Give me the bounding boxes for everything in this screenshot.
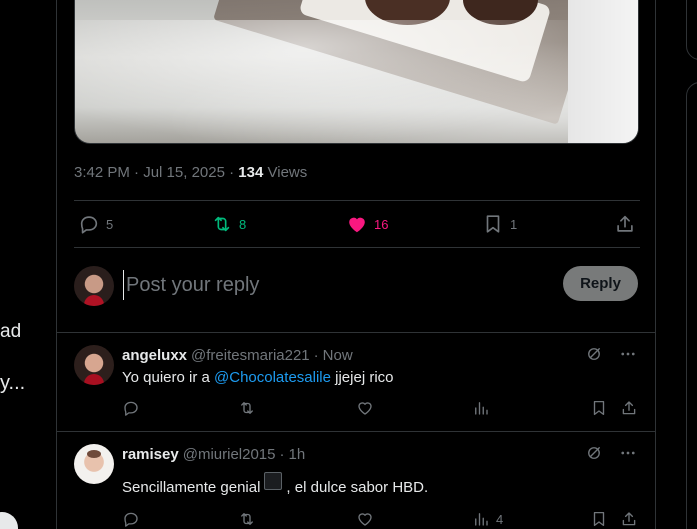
repost-icon bbox=[241, 513, 253, 525]
views-count: 4 bbox=[496, 511, 504, 527]
like-button[interactable]: 16 bbox=[346, 213, 388, 235]
share-button[interactable] bbox=[620, 399, 638, 417]
reply-icon bbox=[124, 512, 138, 527]
bookmark-count: 1 bbox=[510, 216, 518, 232]
tweet-action-bar: 5 8 16 1 bbox=[74, 200, 640, 248]
post-action-bar: 4 bbox=[122, 510, 636, 529]
post-time[interactable]: 1h bbox=[289, 446, 306, 463]
post-header-icons bbox=[585, 444, 637, 462]
repost-icon bbox=[241, 402, 253, 414]
bookmark-button[interactable] bbox=[590, 399, 608, 417]
left-nav-fragment[interactable]: y... bbox=[0, 372, 25, 395]
reply-post[interactable]: ramisey @miuriel2015 · 1h Sencillamente … bbox=[57, 432, 655, 529]
share-icon bbox=[622, 512, 636, 526]
reply-icon bbox=[124, 401, 138, 416]
post-header-icons bbox=[585, 345, 637, 363]
bookmark-icon bbox=[486, 215, 500, 233]
sidebar-card bbox=[686, 82, 697, 529]
reply-submit-button[interactable]: Reply bbox=[563, 266, 638, 301]
like-button[interactable] bbox=[356, 399, 374, 417]
avatar[interactable] bbox=[74, 345, 114, 385]
like-count: 16 bbox=[374, 216, 389, 232]
reply-button[interactable] bbox=[122, 399, 140, 417]
reply-count: 5 bbox=[106, 216, 114, 232]
repost-button[interactable]: 8 bbox=[211, 213, 246, 235]
display-name[interactable]: ramisey bbox=[122, 446, 179, 463]
post-time[interactable]: Now bbox=[323, 347, 353, 364]
broken-image-icon bbox=[264, 472, 283, 490]
analytics-icon bbox=[475, 402, 488, 415]
post-action-bar bbox=[122, 399, 636, 419]
post-header: angeluxx @freitesmaria221 · Now bbox=[122, 347, 353, 364]
bookmark-button[interactable] bbox=[590, 510, 608, 528]
repost-icon bbox=[214, 216, 230, 232]
mention-link[interactable]: @Chocolatesalile bbox=[214, 369, 331, 386]
repost-count: 8 bbox=[239, 216, 247, 232]
bookmark-button[interactable]: 1 bbox=[482, 213, 517, 235]
tweet-meta: 3:42 PM · Jul 15, 2025 · 134 Views bbox=[74, 164, 308, 181]
handle[interactable]: @freitesmaria221 bbox=[191, 347, 310, 364]
views-button[interactable] bbox=[472, 399, 490, 417]
share-icon bbox=[617, 215, 633, 232]
views-button[interactable]: 4 bbox=[472, 510, 503, 528]
post-text: Sencillamente genial , el dulce sabor HB… bbox=[122, 472, 428, 496]
sidebar-card bbox=[686, 0, 697, 60]
views-count: 134 bbox=[238, 164, 264, 181]
grok-icon[interactable] bbox=[585, 345, 603, 363]
views-label: Views bbox=[267, 164, 308, 181]
reply-icon bbox=[80, 216, 98, 234]
account-switcher-avatar[interactable] bbox=[0, 512, 18, 529]
page: ad y... 3:42 PM · Jul 15, 2025 · 134 Vie… bbox=[0, 0, 697, 529]
avatar[interactable] bbox=[74, 444, 114, 484]
like-button[interactable] bbox=[356, 510, 374, 528]
bookmark-icon bbox=[593, 511, 605, 527]
reply-button[interactable] bbox=[122, 510, 140, 528]
repost-button[interactable] bbox=[238, 399, 256, 417]
post-header: ramisey @miuriel2015 · 1h bbox=[122, 446, 306, 463]
grok-icon[interactable] bbox=[585, 444, 603, 462]
analytics-icon bbox=[475, 513, 488, 526]
reply-post[interactable]: angeluxx @freitesmaria221 · Now Yo quier… bbox=[57, 333, 655, 432]
display-name[interactable]: angeluxx bbox=[122, 347, 187, 364]
heart-icon bbox=[358, 513, 372, 526]
reply-input[interactable] bbox=[123, 270, 543, 300]
share-button[interactable] bbox=[614, 213, 636, 235]
more-options-icon[interactable] bbox=[619, 345, 637, 363]
tweet-date[interactable]: Jul 15, 2025 bbox=[143, 164, 225, 181]
tweet-media-image[interactable] bbox=[74, 0, 639, 144]
main-column: 3:42 PM · Jul 15, 2025 · 134 Views 5 8 1… bbox=[56, 0, 656, 529]
heart-icon bbox=[358, 402, 372, 415]
handle[interactable]: @miuriel2015 bbox=[183, 446, 276, 463]
avatar[interactable] bbox=[74, 266, 114, 306]
share-icon bbox=[622, 401, 636, 415]
tweet-time[interactable]: 3:42 PM bbox=[74, 164, 130, 181]
reply-button[interactable]: 5 bbox=[78, 213, 113, 235]
bookmark-icon bbox=[593, 400, 605, 416]
post-text: Yo quiero ir a @Chocolatesalile jjejej r… bbox=[122, 369, 394, 386]
reply-composer: Reply bbox=[57, 248, 655, 333]
heart-filled-icon bbox=[349, 217, 365, 233]
share-button[interactable] bbox=[620, 510, 638, 528]
more-options-icon[interactable] bbox=[619, 444, 637, 462]
left-nav-fragment[interactable]: ad bbox=[0, 321, 21, 343]
repost-button[interactable] bbox=[238, 510, 256, 528]
